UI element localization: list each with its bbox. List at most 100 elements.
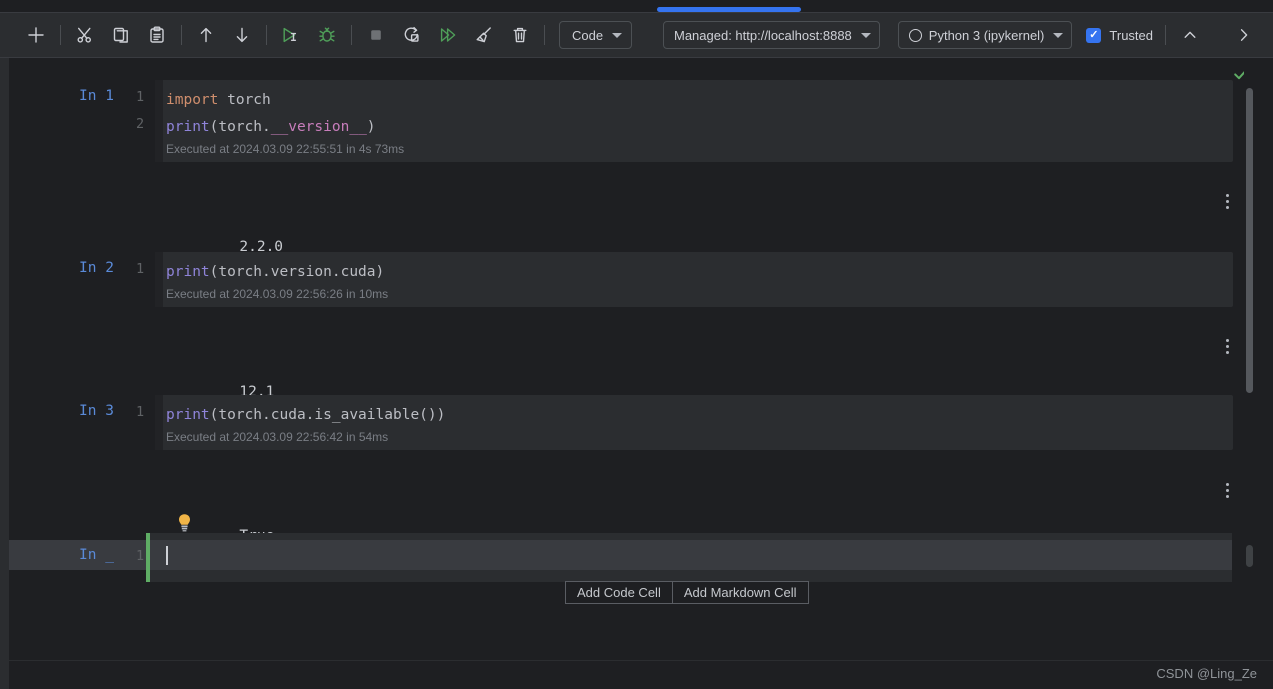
debug-cell-button[interactable] xyxy=(312,20,342,50)
run-icon xyxy=(283,27,297,43)
active-cell-input[interactable] xyxy=(166,546,1216,566)
jupyter-server-dropdown[interactable]: Managed: http://localhost:8888 xyxy=(662,21,880,49)
cell-editor-3[interactable]: print(torch.cuda.is_available()) Execute… xyxy=(155,395,1233,450)
vertical-scrollbar-thumb-secondary[interactable] xyxy=(1246,545,1253,567)
output-options-icon[interactable] xyxy=(1219,192,1235,210)
cell-gutter-1 xyxy=(155,80,163,162)
trusted-label: Trusted xyxy=(1109,27,1153,43)
toolbar-separator-2 xyxy=(181,25,182,45)
trusted-checkbox[interactable]: ✓ Trusted xyxy=(1086,27,1153,43)
line-number-1-2: 2 xyxy=(136,116,145,132)
notebook-cell-2[interactable]: print(torch.version.cuda) Executed at 20… xyxy=(155,252,1233,307)
add-cell-button-row: Add Code Cell Add Markdown Cell xyxy=(565,581,809,604)
lightbulb-icon[interactable] xyxy=(176,513,193,533)
collapse-toolbar-button[interactable] xyxy=(1175,20,1205,50)
plus-icon xyxy=(28,27,44,43)
move-cell-up-button[interactable] xyxy=(191,20,221,50)
clear-outputs-button[interactable] xyxy=(469,20,499,50)
chevron-down-icon xyxy=(860,32,871,38)
add-cell-button[interactable] xyxy=(21,20,51,50)
jupyter-notebook-editor: Code Managed: http://localhost:8888 Pyth… xyxy=(0,0,1273,689)
token-punctuation: ) xyxy=(366,119,376,135)
output-options-icon[interactable] xyxy=(1219,337,1235,355)
jupyter-server-label: Managed: http://localhost:8888 xyxy=(673,27,852,43)
execution-note-1: Executed at 2024.03.09 22:55:51 in 4s 73… xyxy=(166,142,405,156)
cell-editor-2[interactable]: print(torch.version.cuda) Executed at 20… xyxy=(155,252,1233,307)
token-punctuation: (torch. xyxy=(209,119,271,135)
copy-icon xyxy=(113,27,128,43)
cell-output-3: True xyxy=(155,467,1241,544)
chevron-down-icon xyxy=(1053,32,1064,38)
cell-output-2: 12.1 xyxy=(155,323,1241,400)
copy-cell-button[interactable] xyxy=(106,20,136,50)
tab-strip xyxy=(0,0,1273,12)
token-identifier: torch xyxy=(218,92,271,108)
bug-icon xyxy=(319,27,335,42)
active-cell-prompt: In _ xyxy=(79,547,114,563)
token-function: print xyxy=(166,407,210,423)
cell-type-label: Code xyxy=(572,27,604,43)
active-cell-line-number: 1 xyxy=(136,548,145,564)
trash-icon xyxy=(513,27,527,43)
stop-icon xyxy=(371,30,381,40)
token-punctuation: (torch.cuda.is_available()) xyxy=(209,407,446,423)
line-number-1-1: 1 xyxy=(136,89,145,105)
token-function: print xyxy=(166,264,210,280)
token-punctuation: (torch.version.cuda) xyxy=(209,264,385,280)
cell-prompt-2: In 2 xyxy=(79,260,114,276)
toolbar-overflow-button[interactable] xyxy=(1229,20,1259,50)
add-markdown-cell-button[interactable]: Add Markdown Cell xyxy=(672,581,809,604)
chevron-right-icon xyxy=(1240,29,1248,41)
toolbar-separator-5 xyxy=(544,25,545,45)
cut-cell-button[interactable] xyxy=(70,20,100,50)
restart-kernel-button[interactable] xyxy=(397,20,427,50)
add-code-cell-button[interactable]: Add Code Cell xyxy=(565,581,673,604)
cell-output-1: 2.2.0 xyxy=(155,178,1241,255)
scissors-icon xyxy=(77,27,92,43)
run-all-icon xyxy=(440,28,456,42)
output-options-icon[interactable] xyxy=(1219,481,1235,499)
chevron-up-icon xyxy=(1184,31,1196,38)
kernel-status-icon xyxy=(908,28,922,42)
toolbar-separator-4 xyxy=(351,25,352,45)
cell-prompt-3: In 3 xyxy=(79,403,114,419)
code-line-3-1: print(torch.cuda.is_available()) xyxy=(166,402,1233,429)
toolbar-separator-1 xyxy=(60,25,61,45)
notebook-cell-3[interactable]: print(torch.cuda.is_available()) Execute… xyxy=(155,395,1233,450)
line-number-2-1: 1 xyxy=(136,261,145,277)
kernel-dropdown[interactable]: Python 3 (ipykernel) xyxy=(897,21,1073,49)
kernel-label: Python 3 (ipykernel) xyxy=(928,27,1045,43)
execution-note-2: Executed at 2024.03.09 22:56:26 in 10ms xyxy=(166,287,389,301)
cell-gutter-3 xyxy=(155,395,163,450)
token-dunder: __version__ xyxy=(270,119,367,135)
add-markdown-cell-label: Add Markdown Cell xyxy=(683,585,797,600)
chevron-down-icon xyxy=(612,32,623,38)
run-all-button[interactable] xyxy=(433,20,463,50)
cell-gutter-2 xyxy=(155,252,163,307)
arrow-down-icon xyxy=(236,27,248,43)
move-cell-down-button[interactable] xyxy=(227,20,257,50)
paste-cell-button[interactable] xyxy=(142,20,172,50)
check-icon: ✓ xyxy=(1086,27,1102,43)
cell-editor-1[interactable]: import torch print(torch.__version__) Ex… xyxy=(155,80,1233,162)
arrow-up-icon xyxy=(200,27,212,43)
cell-type-dropdown[interactable]: Code xyxy=(559,21,633,49)
cell-prompt-1: In 1 xyxy=(79,88,114,104)
code-line-1-1: import torch xyxy=(166,87,1233,114)
execution-note-3: Executed at 2024.03.09 22:56:42 in 54ms xyxy=(166,430,389,444)
restart-icon xyxy=(404,26,419,42)
vertical-scrollbar-thumb[interactable] xyxy=(1246,88,1253,393)
paste-icon xyxy=(150,26,164,43)
notebook-cell-1[interactable]: import torch print(torch.__version__) Ex… xyxy=(155,80,1233,162)
editor-left-rail xyxy=(0,58,9,689)
code-line-2-1: print(torch.version.cuda) xyxy=(166,259,1233,286)
broom-icon xyxy=(476,27,491,43)
add-code-cell-label: Add Code Cell xyxy=(577,585,661,600)
run-cell-button[interactable] xyxy=(276,20,306,50)
watermark-label: CSDN @Ling_Ze xyxy=(1156,666,1257,681)
line-number-3-1: 1 xyxy=(136,404,145,420)
token-function: print xyxy=(166,119,210,135)
interrupt-kernel-button[interactable] xyxy=(361,20,391,50)
delete-cell-button[interactable] xyxy=(505,20,535,50)
notebook-toolbar: Code Managed: http://localhost:8888 Pyth… xyxy=(0,12,1273,58)
